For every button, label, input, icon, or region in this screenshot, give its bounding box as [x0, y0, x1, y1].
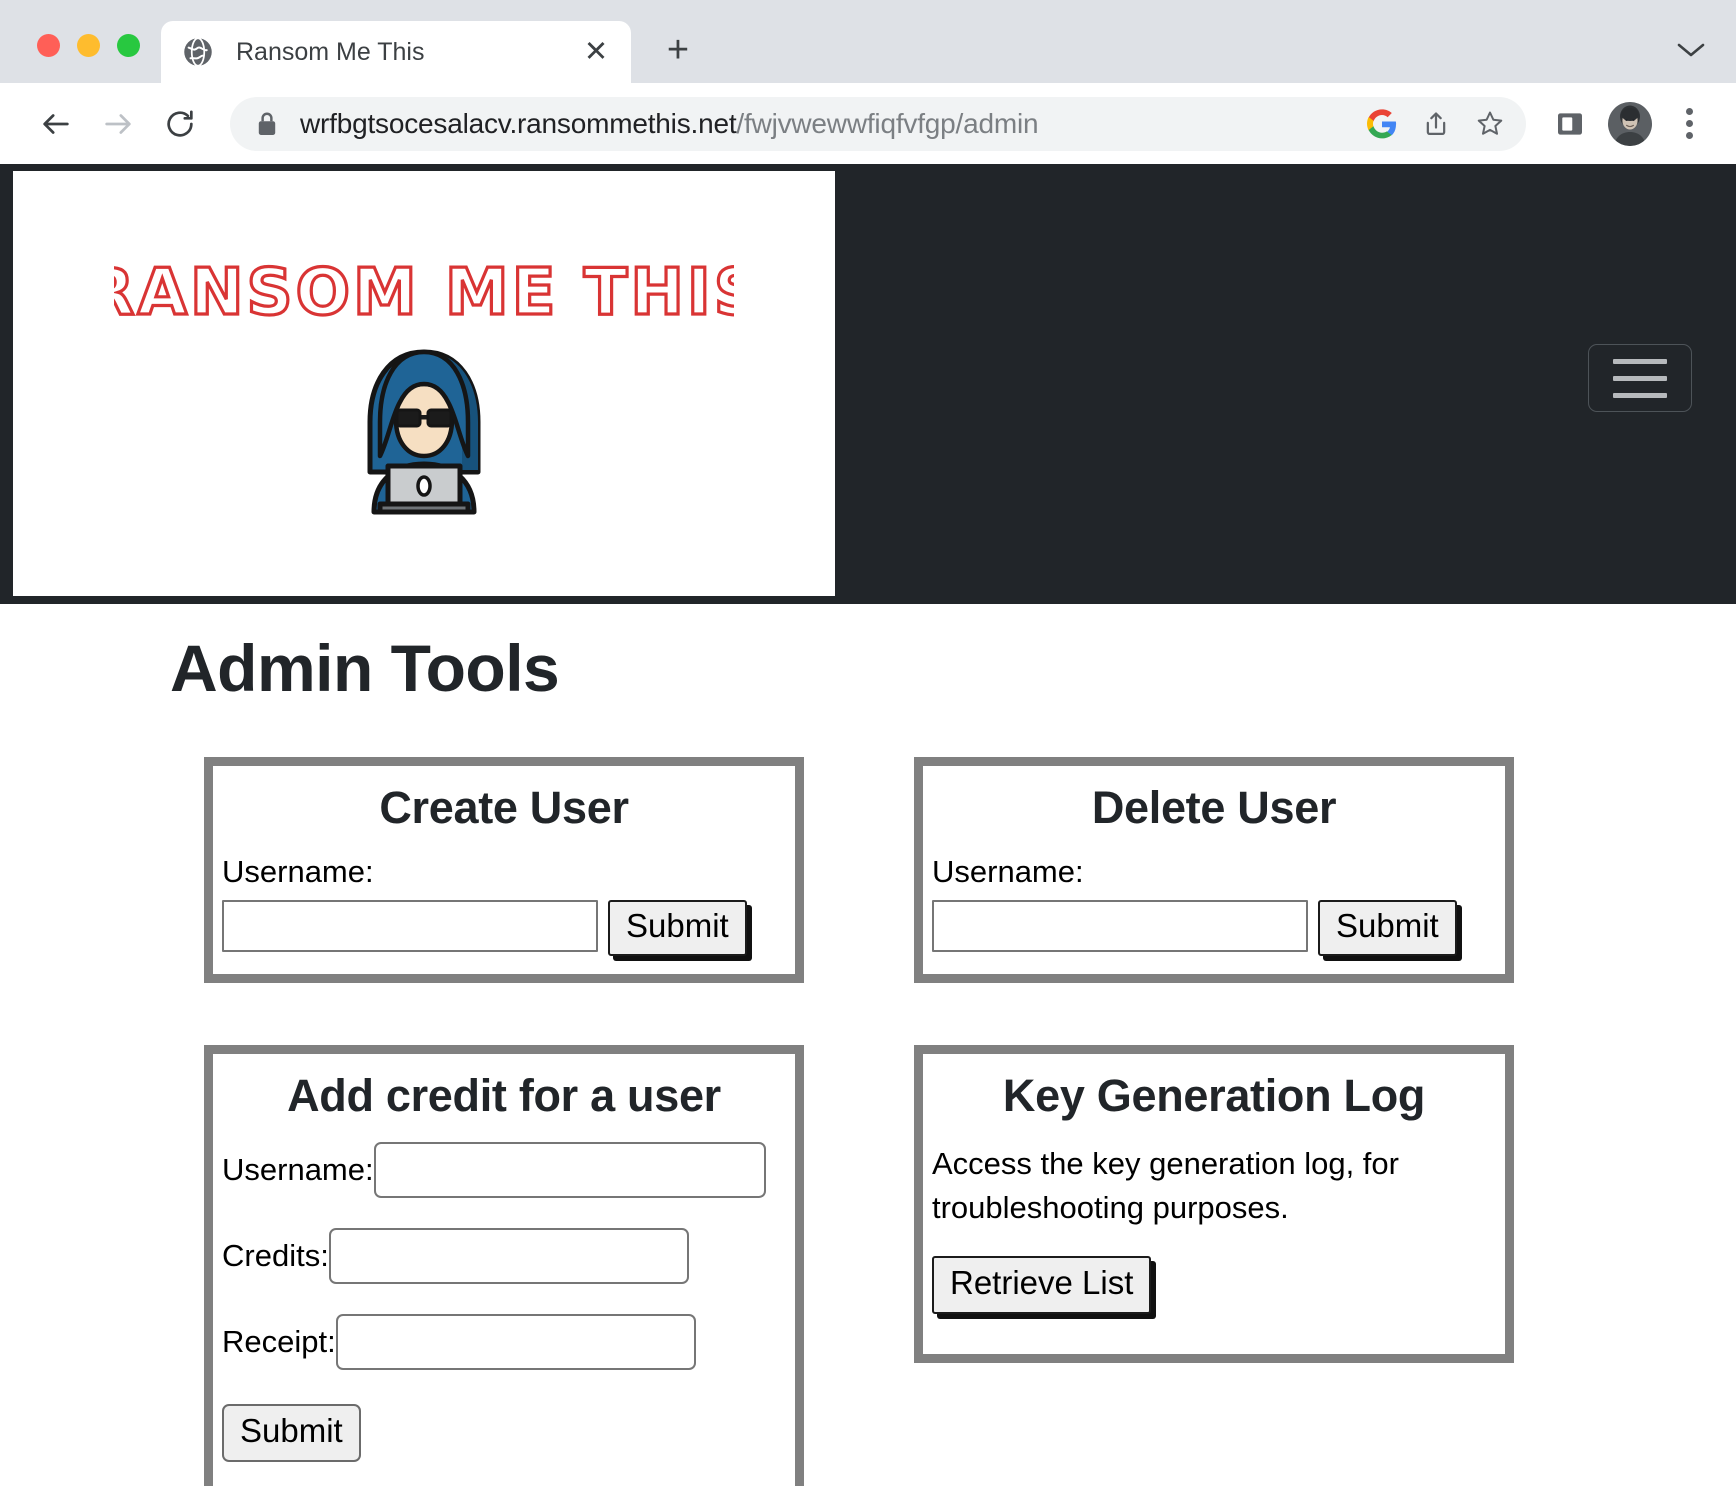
window-controls: [0, 34, 140, 83]
close-tab-button[interactable]: ✕: [579, 35, 613, 69]
delete-user-title: Delete User: [1091, 781, 1337, 833]
toolbar-right-actions: [1546, 100, 1712, 148]
hamburger-bar: [1613, 358, 1667, 364]
add-credit-username-label: Username:: [222, 1151, 374, 1187]
create-user-title: Create User: [379, 781, 629, 833]
add-credit-credits-row: Credits:: [222, 1228, 786, 1285]
delete-user-username-input[interactable]: [932, 900, 1308, 953]
tab-strip: Ransom Me This ✕ +: [0, 0, 1736, 83]
close-window-button[interactable]: [37, 34, 60, 57]
side-panel-icon[interactable]: [1546, 100, 1594, 148]
address-bar[interactable]: wrfbgtsocesalacv.ransommethis.net/fwjvwe…: [230, 96, 1526, 151]
omnibox-actions: [1358, 100, 1514, 148]
panel-create-user: Create User Username: Submit: [204, 756, 804, 984]
forward-arrow-icon[interactable]: [90, 96, 146, 152]
delete-user-username-label: Username:: [932, 854, 1084, 890]
add-credit-credits-label: Credits:: [222, 1237, 329, 1273]
delete-user-field-row: Submit: [932, 900, 1496, 957]
hacker-avatar-icon: [367, 349, 481, 514]
panel-key-generation-log: Key Generation Log Access the key genera…: [914, 1045, 1514, 1363]
add-credit-credits-input[interactable]: [328, 1228, 689, 1285]
add-credit-receipt-row: Receipt:: [222, 1314, 786, 1371]
google-icon[interactable]: [1358, 100, 1406, 148]
url-path: /fwjvwewwfiqfvfgp/admin: [736, 107, 1039, 139]
page-viewport: RANSOM ME THIS RANSOM ME THIS: [0, 164, 1736, 1486]
create-user-field-row: Submit: [222, 900, 786, 957]
create-user-username-input[interactable]: [222, 900, 598, 953]
new-tab-button[interactable]: +: [653, 25, 703, 75]
globe-icon: [184, 37, 212, 67]
ransom-me-this-logo: RANSOM ME THIS RANSOM ME THIS: [114, 254, 734, 331]
panel-delete-user: Delete User Username: Submit: [914, 756, 1514, 984]
add-credit-receipt-label: Receipt:: [222, 1323, 336, 1359]
add-credit-title: Add credit for a user: [287, 1070, 721, 1122]
url-host: wrfbgtsocesalacv.ransommethis.net: [300, 107, 737, 139]
hamburger-bar: [1613, 392, 1667, 398]
hamburger-menu-icon[interactable]: [1588, 344, 1692, 412]
maximize-window-button[interactable]: [117, 34, 140, 57]
hamburger-bar: [1613, 375, 1667, 381]
site-navbar: RANSOM ME THIS RANSOM ME THIS: [0, 164, 1736, 604]
minimize-window-button[interactable]: [77, 34, 100, 57]
browser-tab[interactable]: Ransom Me This ✕: [161, 21, 631, 83]
bookmark-star-icon[interactable]: [1466, 100, 1514, 148]
tab-title: Ransom Me This: [236, 37, 425, 66]
browser-toolbar: wrfbgtsocesalacv.ransommethis.net/fwjvwe…: [0, 83, 1736, 164]
three-dot-menu-icon[interactable]: [1666, 100, 1712, 148]
delete-user-submit-button[interactable]: Submit: [1318, 900, 1457, 957]
back-arrow-icon[interactable]: [28, 96, 84, 152]
panel-add-credit: Add credit for a user Username: Credits:…: [204, 1045, 804, 1486]
chevron-down-icon[interactable]: [1676, 41, 1706, 59]
key-log-description: Access the key generation log, for troub…: [932, 1146, 1399, 1226]
lock-icon: [256, 111, 278, 137]
add-credit-submit-button[interactable]: Submit: [222, 1404, 361, 1462]
key-log-spacer: [932, 1314, 1496, 1336]
add-credit-username-row: Username:: [222, 1142, 786, 1199]
reload-icon[interactable]: [152, 96, 208, 152]
site-brand-card[interactable]: RANSOM ME THIS RANSOM ME THIS: [13, 171, 835, 596]
create-user-submit-button[interactable]: Submit: [608, 900, 747, 957]
profile-avatar[interactable]: [1608, 101, 1652, 146]
url-text: wrfbgtsocesalacv.ransommethis.net/fwjvwe…: [300, 108, 1348, 140]
browser-window: Ransom Me This ✕ + wrfbgtsocesalacv.rans…: [0, 0, 1736, 1486]
page-title: Admin Tools: [170, 631, 560, 705]
add-credit-receipt-input[interactable]: [335, 1314, 696, 1371]
retrieve-list-button[interactable]: Retrieve List: [932, 1256, 1152, 1314]
add-credit-username-input[interactable]: [373, 1142, 766, 1199]
create-user-username-label: Username:: [222, 854, 374, 890]
key-log-title: Key Generation Log: [1002, 1070, 1426, 1122]
share-icon[interactable]: [1412, 100, 1460, 148]
admin-tools-grid: Create User Username: Submit Delete User…: [0, 756, 1736, 1486]
